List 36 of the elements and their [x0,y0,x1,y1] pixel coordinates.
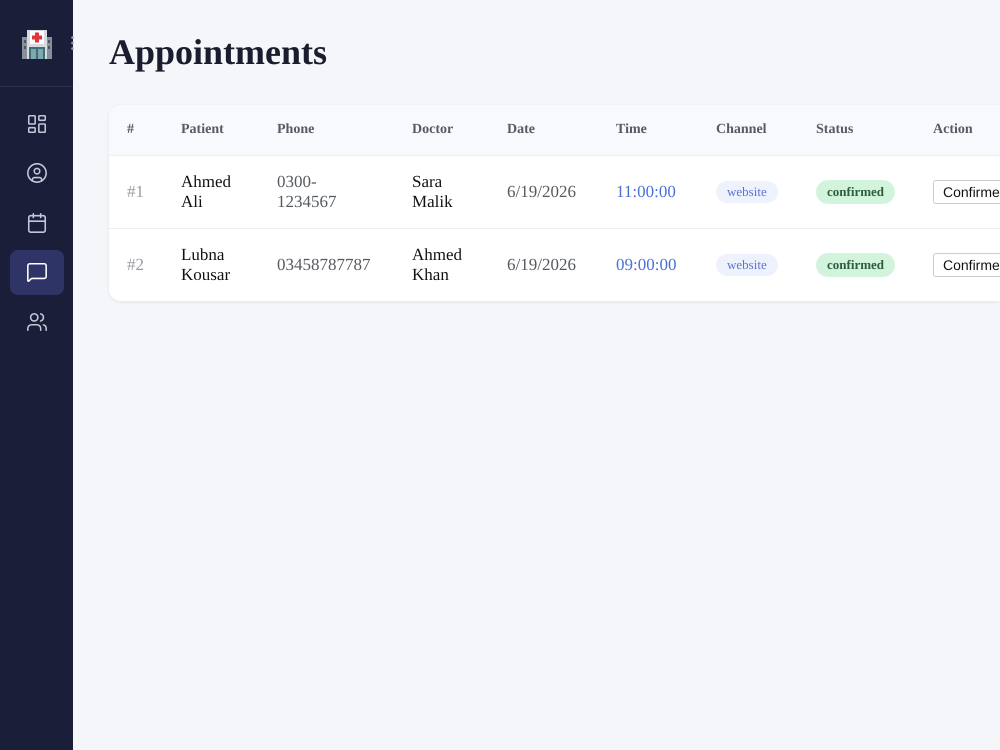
channel-badge: website [716,254,778,276]
table-cell: 6/19/2026 [489,156,598,228]
status-badge: confirmed [816,180,896,204]
column-header: Doctor [394,105,489,156]
table-cell: 6/19/2026 [489,228,598,301]
dashboard-icon [26,112,48,134]
user-circle-icon [26,162,48,184]
column-header: Phone [259,105,394,156]
column-header: Status [798,105,915,156]
nav-item[interactable] [10,250,64,294]
users-icon [26,310,48,332]
column-header: # [109,105,163,156]
column-header: Channel [698,105,798,156]
status-badge: confirmed [816,253,896,277]
table-cell: 11:00:00 [598,156,698,228]
table-cell: 0300-1234567 [259,156,394,228]
hospital-icon [22,28,52,58]
table-cell: #1 [109,156,163,228]
calendar-icon [26,212,48,234]
column-header: Time [598,105,698,156]
column-header: Patient [163,105,259,156]
table-cell: 09:00:00 [598,228,698,301]
table-cell: Sara Malik [394,156,489,228]
page-title: Appointments [109,32,328,72]
column-header: Date [489,105,598,156]
channel-badge: website [716,181,778,203]
table-cell: #2 [109,228,163,301]
action-select[interactable]: Confirme [933,180,1000,204]
table-cell: Ahmed Ali [163,156,259,228]
action-select[interactable]: Confirme [933,253,1000,277]
table-cell: Ahmed Khan [394,228,489,301]
table-cell: Lubna Kousar [163,228,259,301]
chat-icon [26,261,48,283]
table-cell: 03458787787 [259,228,394,301]
column-header: Action [915,105,1000,156]
dots-icon[interactable] [71,36,74,50]
